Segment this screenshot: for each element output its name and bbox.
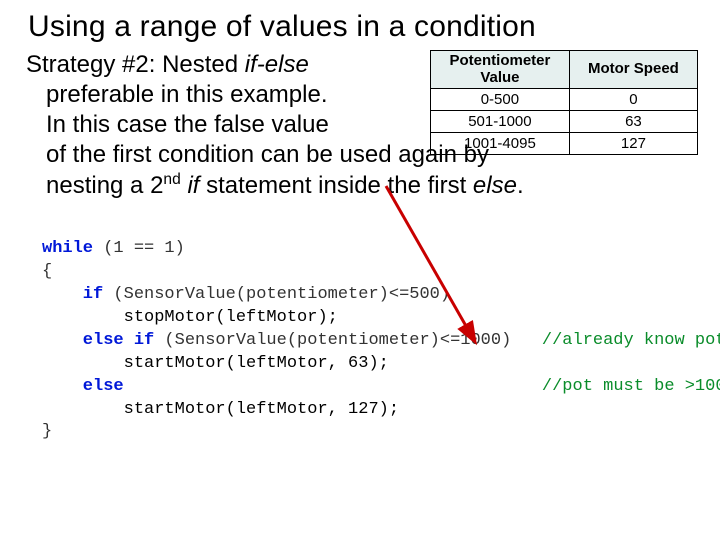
- body-text: Strategy #2: Nested if-else preferable i…: [26, 50, 700, 201]
- slide-title: Using a range of values in a condition: [0, 0, 720, 50]
- content-area: PotentiometerValue Motor Speed 0-500 0 5…: [0, 50, 720, 444]
- code-block: while (1 == 1) { if (SensorValue(potenti…: [42, 215, 700, 444]
